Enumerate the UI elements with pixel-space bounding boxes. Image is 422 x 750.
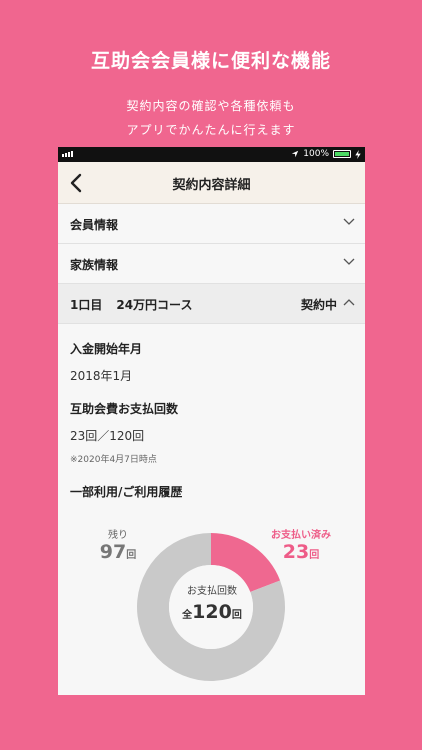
- start-month-label: 入金開始年月: [70, 342, 143, 356]
- remaining-label: 残り: [108, 530, 128, 541]
- battery-percent: 100%: [303, 149, 329, 159]
- center-label: お支払回数: [187, 586, 237, 597]
- accordion-member-info[interactable]: 会員情報: [58, 204, 365, 244]
- promo-subtitle-line2: アプリでかんたんに行えます: [126, 123, 296, 137]
- accordion-course[interactable]: 1口目 24万円コース 契約中: [58, 284, 365, 324]
- family-info-label: 家族情報: [70, 258, 119, 272]
- remaining-value: 97: [99, 541, 127, 563]
- member-info-label: 会員情報: [70, 218, 119, 232]
- paid-unit: 回: [309, 550, 320, 561]
- center-block: お支払回数 全120回: [162, 582, 262, 623]
- usage-history-label: 一部利用/ご利用履歴: [70, 485, 183, 499]
- chevron-down-icon: [343, 218, 355, 225]
- payment-count-value: 23回／120回: [70, 429, 145, 443]
- chevron-up-icon: [343, 299, 355, 306]
- remaining-block: 残り 97回: [88, 526, 148, 563]
- payment-count-label: 互助会費お支払回数: [70, 402, 179, 416]
- course-name: 24万円コース: [116, 298, 193, 312]
- contract-status: 契約中: [300, 298, 337, 312]
- center-total-unit: 回: [231, 610, 242, 621]
- promo-subtitle-line1: 契約内容の確認や各種依頼も: [126, 99, 296, 113]
- charging-icon: [355, 149, 361, 159]
- paid-label: お支払い済み: [271, 530, 331, 541]
- start-month-value: 2018年1月: [70, 369, 133, 383]
- status-bar: 100%: [58, 147, 365, 162]
- battery-icon: [333, 150, 351, 158]
- course-index: 1口目: [70, 298, 103, 312]
- location-icon: [292, 150, 299, 158]
- center-total-value: 120: [192, 601, 232, 623]
- payment-donut-chart: 残り 97回 お支払い済み 23回 お支払回数 全120回: [58, 512, 365, 692]
- paid-value: 23: [282, 541, 310, 563]
- chevron-down-icon: [343, 258, 355, 265]
- promo-title: 互助会会員様に便利な機能: [90, 50, 331, 72]
- page-title: 契約内容詳細: [172, 178, 251, 193]
- nav-bar: 契約内容詳細: [58, 162, 365, 204]
- paid-block: お支払い済み 23回: [256, 526, 346, 563]
- remaining-unit: 回: [126, 550, 137, 561]
- signal-icon: [62, 151, 73, 157]
- as-of-note: ※2020年4月7日時点: [70, 455, 157, 465]
- accordion-family-info[interactable]: 家族情報: [58, 244, 365, 284]
- center-total-prefix: 全: [182, 610, 193, 621]
- phone-screen: 100% 契約内容詳細 会員情報 家族情報 1口目 24万円コース 契約中 入金開…: [58, 147, 365, 695]
